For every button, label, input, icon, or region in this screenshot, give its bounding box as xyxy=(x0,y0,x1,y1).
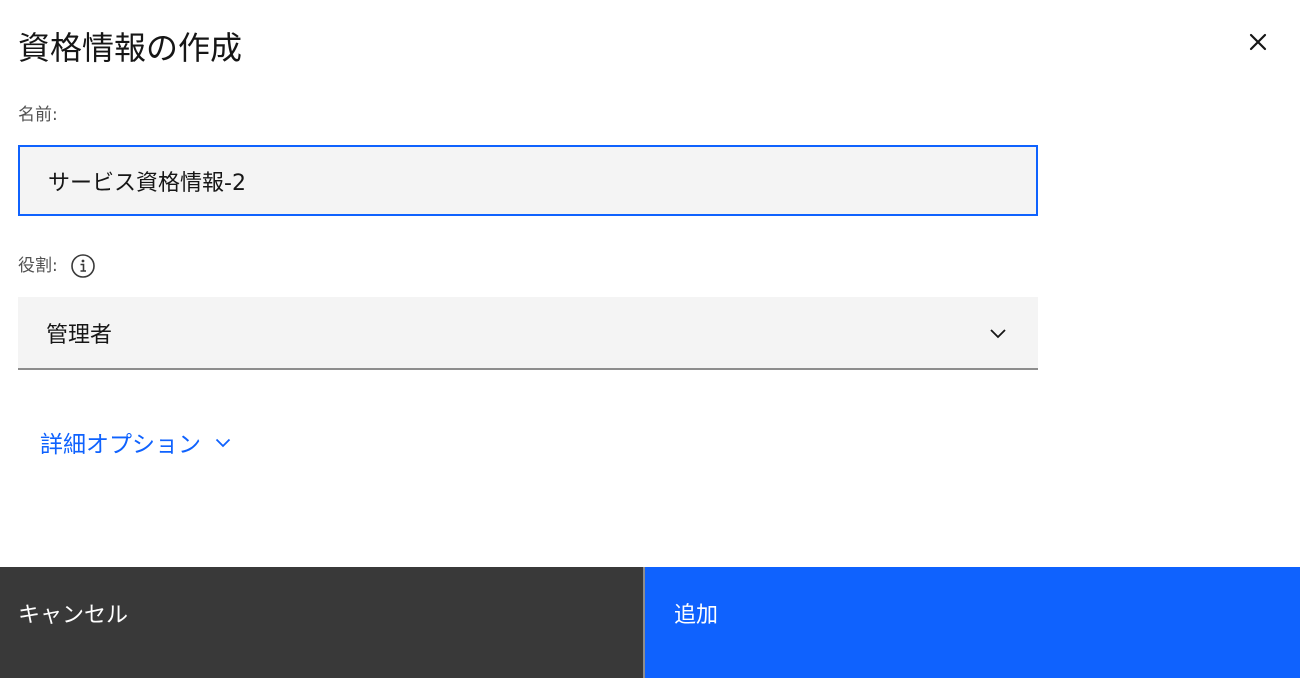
add-button[interactable]: 追加 xyxy=(645,567,1300,678)
role-select[interactable]: 管理者 xyxy=(18,297,1038,370)
name-input[interactable]: サービス資格情報-2 xyxy=(18,145,1038,216)
advanced-options-label: 詳細オプション xyxy=(40,432,201,458)
info-icon[interactable] xyxy=(70,253,96,279)
role-select-value: 管理者 xyxy=(46,322,113,348)
cancel-button-label: キャンセル xyxy=(18,603,129,628)
name-label: 名前: xyxy=(18,105,58,125)
name-input-value: サービス資格情報-2 xyxy=(48,170,246,196)
create-credentials-dialog: 資格情報の作成 名前: サービス資格情報-2 役割: 管理者 詳細オプション キ… xyxy=(0,0,1300,678)
chevron-down-icon xyxy=(986,321,1010,345)
close-button[interactable] xyxy=(1238,22,1278,62)
add-button-label: 追加 xyxy=(674,603,719,628)
role-label: 役割: xyxy=(18,256,58,276)
cancel-button[interactable]: キャンセル xyxy=(0,567,643,678)
advanced-options-toggle[interactable]: 詳細オプション xyxy=(40,425,231,459)
chevron-down-icon xyxy=(215,438,231,447)
dialog-title: 資格情報の作成 xyxy=(18,29,243,67)
close-icon xyxy=(1249,33,1267,51)
role-label-row: 役割: xyxy=(18,253,96,279)
dialog-footer: キャンセル 追加 xyxy=(0,567,1300,678)
